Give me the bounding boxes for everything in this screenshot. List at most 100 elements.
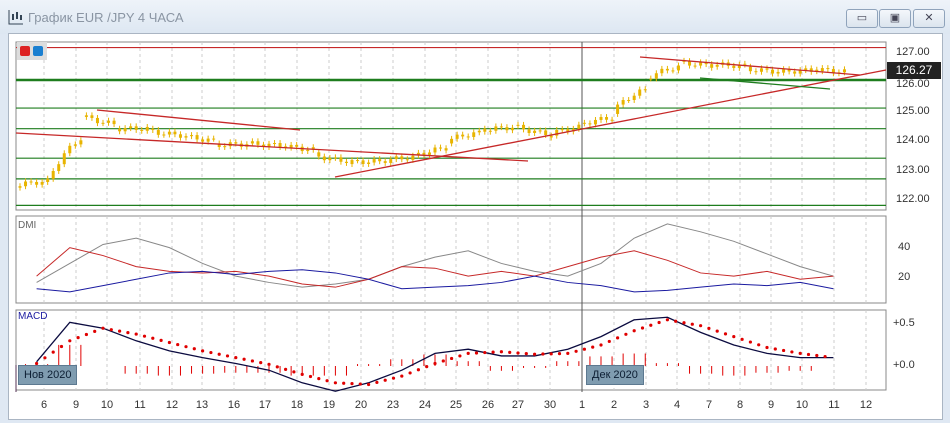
signal-dot bbox=[109, 328, 113, 332]
signal-dot bbox=[549, 352, 553, 356]
candle-body bbox=[505, 127, 509, 131]
color-toggle[interactable] bbox=[17, 42, 47, 60]
candle-body bbox=[627, 99, 631, 101]
candle-body bbox=[367, 162, 371, 164]
signal-dot bbox=[674, 319, 678, 323]
signal-dot bbox=[68, 339, 72, 343]
dmi-scale-label: 20 bbox=[898, 271, 911, 283]
candle-body bbox=[593, 119, 597, 125]
candle-body bbox=[178, 134, 182, 138]
candle-body bbox=[699, 62, 703, 66]
x-axis-label: 20 bbox=[354, 399, 368, 411]
signal-dot bbox=[84, 332, 88, 337]
candle-body bbox=[190, 135, 194, 137]
candle-body bbox=[344, 161, 348, 163]
candle-body bbox=[278, 143, 282, 148]
candle-body bbox=[328, 157, 332, 161]
candle-body bbox=[73, 144, 77, 146]
dmi-scale-label: 40 bbox=[898, 241, 911, 253]
signal-dot bbox=[325, 379, 329, 383]
candle-body bbox=[29, 181, 33, 183]
x-axis-label: 12 bbox=[859, 399, 873, 411]
signal-dot bbox=[234, 356, 238, 360]
price-scale-label: 126.00 bbox=[896, 78, 930, 90]
signal-dot bbox=[51, 350, 55, 354]
signal-dot bbox=[126, 331, 130, 335]
signal-dot bbox=[508, 350, 512, 354]
candle-body bbox=[57, 164, 61, 172]
candle-body bbox=[732, 65, 736, 68]
x-axis-label: 27 bbox=[511, 399, 525, 411]
x-axis-label: 9 bbox=[767, 399, 775, 411]
signal-dot bbox=[640, 326, 645, 330]
candle-body bbox=[40, 181, 44, 185]
x-axis-label: 26 bbox=[481, 399, 495, 411]
price-scale-label: 125.00 bbox=[896, 105, 930, 117]
signal-dot bbox=[342, 381, 346, 385]
signal-dot bbox=[201, 349, 205, 353]
candle-body bbox=[466, 136, 470, 138]
x-axis-label: 11 bbox=[134, 399, 146, 411]
candle-body bbox=[483, 128, 487, 132]
macd-scale-label: +0.5 bbox=[893, 317, 915, 329]
signal-dot bbox=[690, 322, 694, 326]
signal-dot bbox=[400, 374, 404, 378]
signal-dot bbox=[284, 367, 288, 371]
candle-body bbox=[234, 142, 238, 144]
signal-dot bbox=[93, 329, 97, 333]
candle-body bbox=[510, 127, 514, 131]
signal-dot bbox=[798, 351, 802, 355]
panel-border bbox=[15, 215, 887, 304]
signal-dot bbox=[616, 336, 620, 340]
x-axis-label: 10 bbox=[100, 399, 114, 411]
candle-body bbox=[450, 138, 454, 144]
signal-dot bbox=[607, 339, 611, 344]
signal-dot bbox=[408, 371, 412, 375]
candle-body bbox=[151, 128, 155, 131]
price-scale-label: 122.00 bbox=[896, 193, 930, 205]
chart-canvas[interactable] bbox=[0, 0, 950, 423]
candle-body bbox=[145, 126, 149, 131]
candle-body bbox=[223, 146, 227, 148]
candle-body bbox=[582, 122, 586, 124]
candle-body bbox=[538, 130, 542, 132]
signal-dot bbox=[433, 361, 437, 366]
x-axis-label: 19 bbox=[322, 399, 336, 411]
candle-body bbox=[195, 135, 199, 140]
signal-dot bbox=[516, 351, 520, 355]
signal-dot bbox=[732, 335, 736, 339]
candle-body bbox=[771, 69, 775, 74]
price-scale-label: 124.00 bbox=[896, 134, 930, 146]
candle-body bbox=[372, 159, 376, 163]
signal-dot bbox=[134, 332, 138, 336]
signal-dot bbox=[292, 370, 296, 374]
candle-body bbox=[84, 115, 88, 117]
candle-body bbox=[588, 123, 592, 125]
price-scale-label: 127.00 bbox=[896, 46, 930, 58]
signal-dot bbox=[308, 374, 313, 379]
candle-body bbox=[638, 89, 642, 96]
signal-dot bbox=[300, 372, 304, 376]
candle-body bbox=[118, 128, 122, 132]
signal-dot bbox=[151, 336, 155, 340]
x-axis-label: 9 bbox=[72, 399, 80, 411]
candle-body bbox=[455, 134, 459, 139]
x-axis-label: 6 bbox=[40, 399, 48, 411]
signal-dot bbox=[483, 350, 487, 355]
macd-label: MACD bbox=[18, 311, 48, 322]
x-axis-label: 3 bbox=[642, 399, 650, 411]
signal-dot bbox=[474, 351, 479, 355]
signal-dot bbox=[416, 368, 420, 372]
candle-body bbox=[123, 128, 127, 132]
candle-body bbox=[162, 134, 166, 136]
signal-dot bbox=[383, 378, 387, 382]
x-axis-label: 8 bbox=[736, 399, 744, 411]
signal-dot bbox=[466, 351, 470, 355]
x-axis-label: 30 bbox=[543, 399, 557, 411]
candle-body bbox=[107, 120, 111, 123]
signal-dot bbox=[101, 326, 105, 330]
candle-body bbox=[361, 160, 365, 164]
signal-dot bbox=[167, 340, 171, 345]
candle-body bbox=[212, 138, 216, 140]
signal-dot bbox=[209, 350, 213, 355]
